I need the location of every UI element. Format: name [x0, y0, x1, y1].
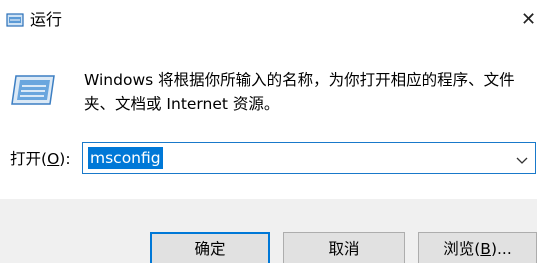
browse-label-suffix: )...	[490, 240, 512, 258]
cancel-button[interactable]: 取消	[283, 232, 405, 263]
close-button[interactable]: ✕	[521, 8, 537, 32]
open-label-accesskey: O	[47, 150, 60, 168]
description-text: Windows 将根据你所输入的名称，为你打开相应的程序、文件 夹、文档或 In…	[84, 68, 534, 116]
run-dialog: 运行 ✕ Windows 将根据你所输入的名称，为你打开相应的程序、文件 夹、文…	[0, 0, 537, 263]
open-label-prefix: 打开(	[10, 150, 48, 168]
open-combobox[interactable]: msconfig	[82, 142, 536, 174]
open-input[interactable]: msconfig	[88, 147, 163, 169]
description-line-1: Windows 将根据你所输入的名称，为你打开相应的程序、文件	[84, 71, 515, 89]
window-title: 运行	[30, 10, 63, 29]
run-icon	[6, 12, 24, 28]
chevron-down-icon[interactable]	[515, 152, 529, 164]
browse-label-prefix: 浏览(	[443, 240, 481, 258]
browse-accesskey: B	[480, 240, 491, 258]
run-icon	[10, 70, 58, 110]
open-label-suffix: ):	[59, 150, 71, 168]
description-line-2: 夹、文档或 Internet 资源。	[84, 95, 280, 113]
title-bar[interactable]: 运行 ✕	[0, 0, 537, 42]
ok-button[interactable]: 确定	[150, 232, 270, 263]
open-label: 打开(O):	[10, 148, 71, 170]
close-icon: ✕	[521, 9, 537, 30]
browse-button[interactable]: 浏览(B)...	[418, 232, 537, 263]
